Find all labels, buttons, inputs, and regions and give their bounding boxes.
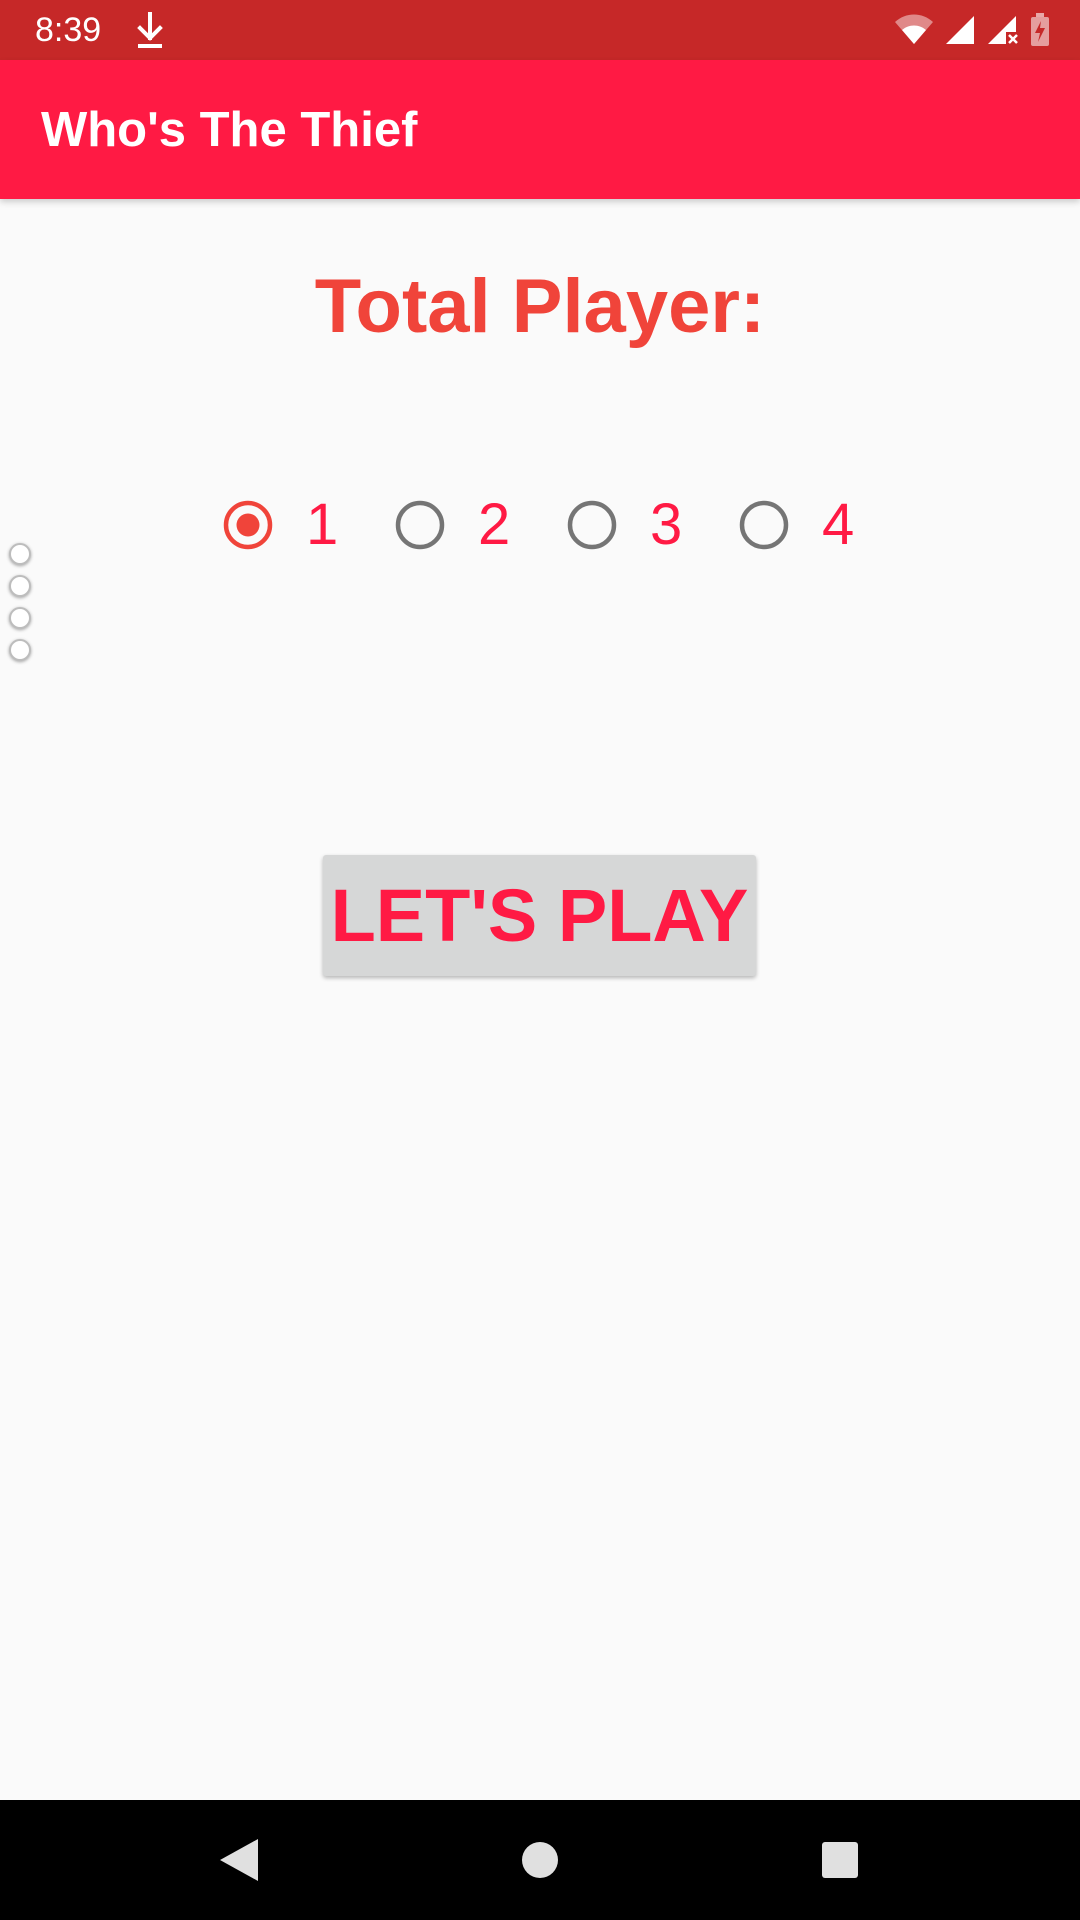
signal-icon xyxy=(946,16,974,44)
player-option-2[interactable]: 2 xyxy=(394,490,542,560)
recents-icon xyxy=(822,1842,858,1878)
battery-charging-icon xyxy=(1031,13,1049,46)
dot-icon xyxy=(9,639,31,661)
total-player-heading: Total Player: xyxy=(314,264,766,349)
radio-unselected-icon[interactable] xyxy=(566,499,618,551)
radio-unselected-icon[interactable] xyxy=(394,499,446,551)
status-time: 8:39 xyxy=(35,11,102,49)
app-title: Who's The Thief xyxy=(41,103,418,157)
home-button[interactable] xyxy=(480,1800,600,1920)
app-bar: Who's The Thief xyxy=(0,60,1080,199)
dot-icon xyxy=(9,543,31,565)
player-option-label: 3 xyxy=(650,492,683,557)
radio-selected-icon[interactable] xyxy=(222,499,274,551)
dot-icon xyxy=(9,607,31,629)
wifi-icon xyxy=(895,14,933,44)
player-option-3[interactable]: 3 xyxy=(566,490,714,560)
dot-icon xyxy=(9,575,31,597)
player-option-label: 4 xyxy=(822,492,855,557)
player-option-label: 2 xyxy=(478,492,511,557)
lets-play-button[interactable]: LET'S PLAY xyxy=(323,855,756,976)
back-button[interactable] xyxy=(179,1800,299,1920)
radio-unselected-icon[interactable] xyxy=(738,499,790,551)
floating-dots-handle[interactable] xyxy=(9,543,33,671)
download-icon xyxy=(137,12,163,48)
player-option-label: 1 xyxy=(306,492,339,557)
home-icon xyxy=(522,1842,558,1878)
player-option-1[interactable]: 1 xyxy=(222,490,370,560)
status-icons xyxy=(894,12,1050,48)
signal-no-data-icon xyxy=(988,16,1018,44)
navigation-bar xyxy=(0,1800,1080,1920)
player-option-4[interactable]: 4 xyxy=(738,490,886,560)
back-icon xyxy=(220,1839,258,1881)
recents-button[interactable] xyxy=(780,1800,900,1920)
player-count-radio-group: 1 2 3 4 xyxy=(222,490,910,560)
status-bar: 8:39 xyxy=(0,0,1080,60)
